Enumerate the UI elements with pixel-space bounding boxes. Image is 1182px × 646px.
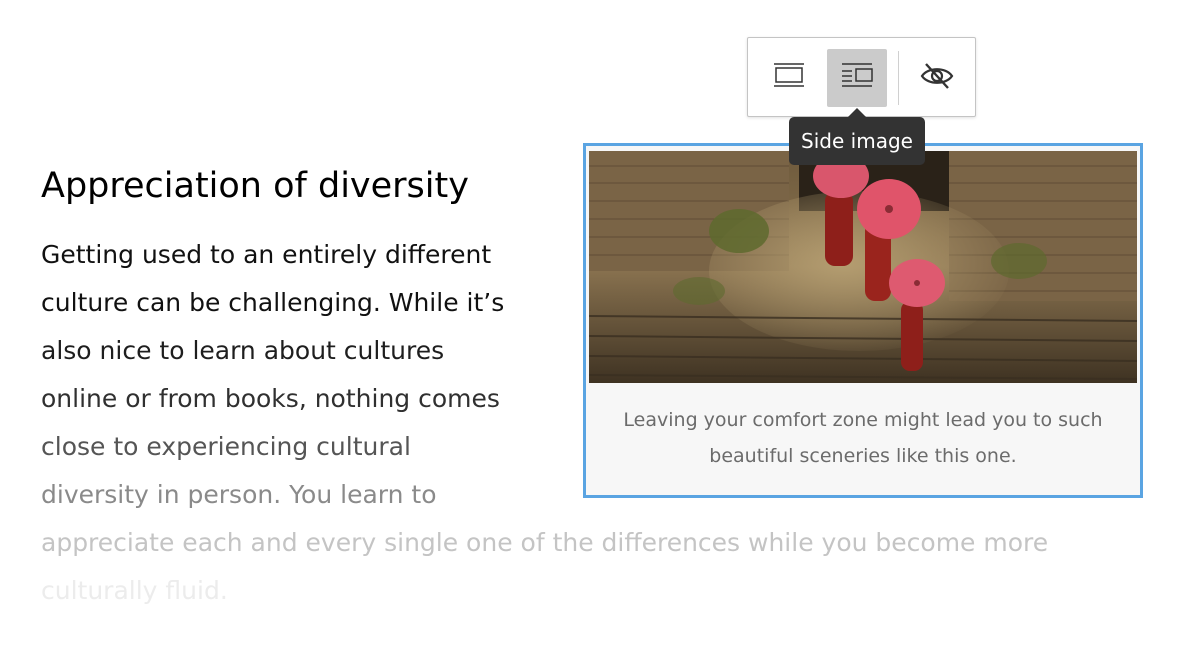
body-text-line[interactable]: also nice to learn about cultures [41,327,444,375]
toolbar-tooltip: Side image [789,108,925,165]
body-text-line[interactable]: online or from books, nothing comes [41,375,500,423]
body-text-line[interactable]: appreciate each and every single one of … [41,519,1048,567]
article-heading[interactable]: Appreciation of diversity [41,160,469,212]
body-text-line[interactable]: Getting used to an entirely different [41,231,491,279]
toolbar-separator [898,51,899,105]
caption-line: Leaving your comfort zone might lead you… [623,409,1103,431]
image-toolbar [747,37,976,117]
image-figure[interactable]: Leaving your comfort zone might lead you… [583,143,1143,498]
body-text-line[interactable]: close to experiencing cultural [41,423,411,471]
body-text-line[interactable]: culturally fluid. [41,567,228,615]
caption-line: beautiful sceneries like this one. [709,445,1017,467]
full-size-image-icon [772,61,806,95]
temple-monks-photo[interactable] [589,151,1137,383]
image-caption[interactable]: Leaving your comfort zone might lead you… [589,402,1137,474]
body-text-line[interactable]: diversity in person. You learn to [41,471,437,519]
body-text-line[interactable]: culture can be challenging. While it’s [41,279,504,327]
side-image-button[interactable] [827,49,887,107]
hide-eye-icon [919,61,955,95]
hide-image-button[interactable] [907,49,967,107]
side-image-icon [840,61,874,95]
full-size-image-button[interactable] [759,49,819,107]
